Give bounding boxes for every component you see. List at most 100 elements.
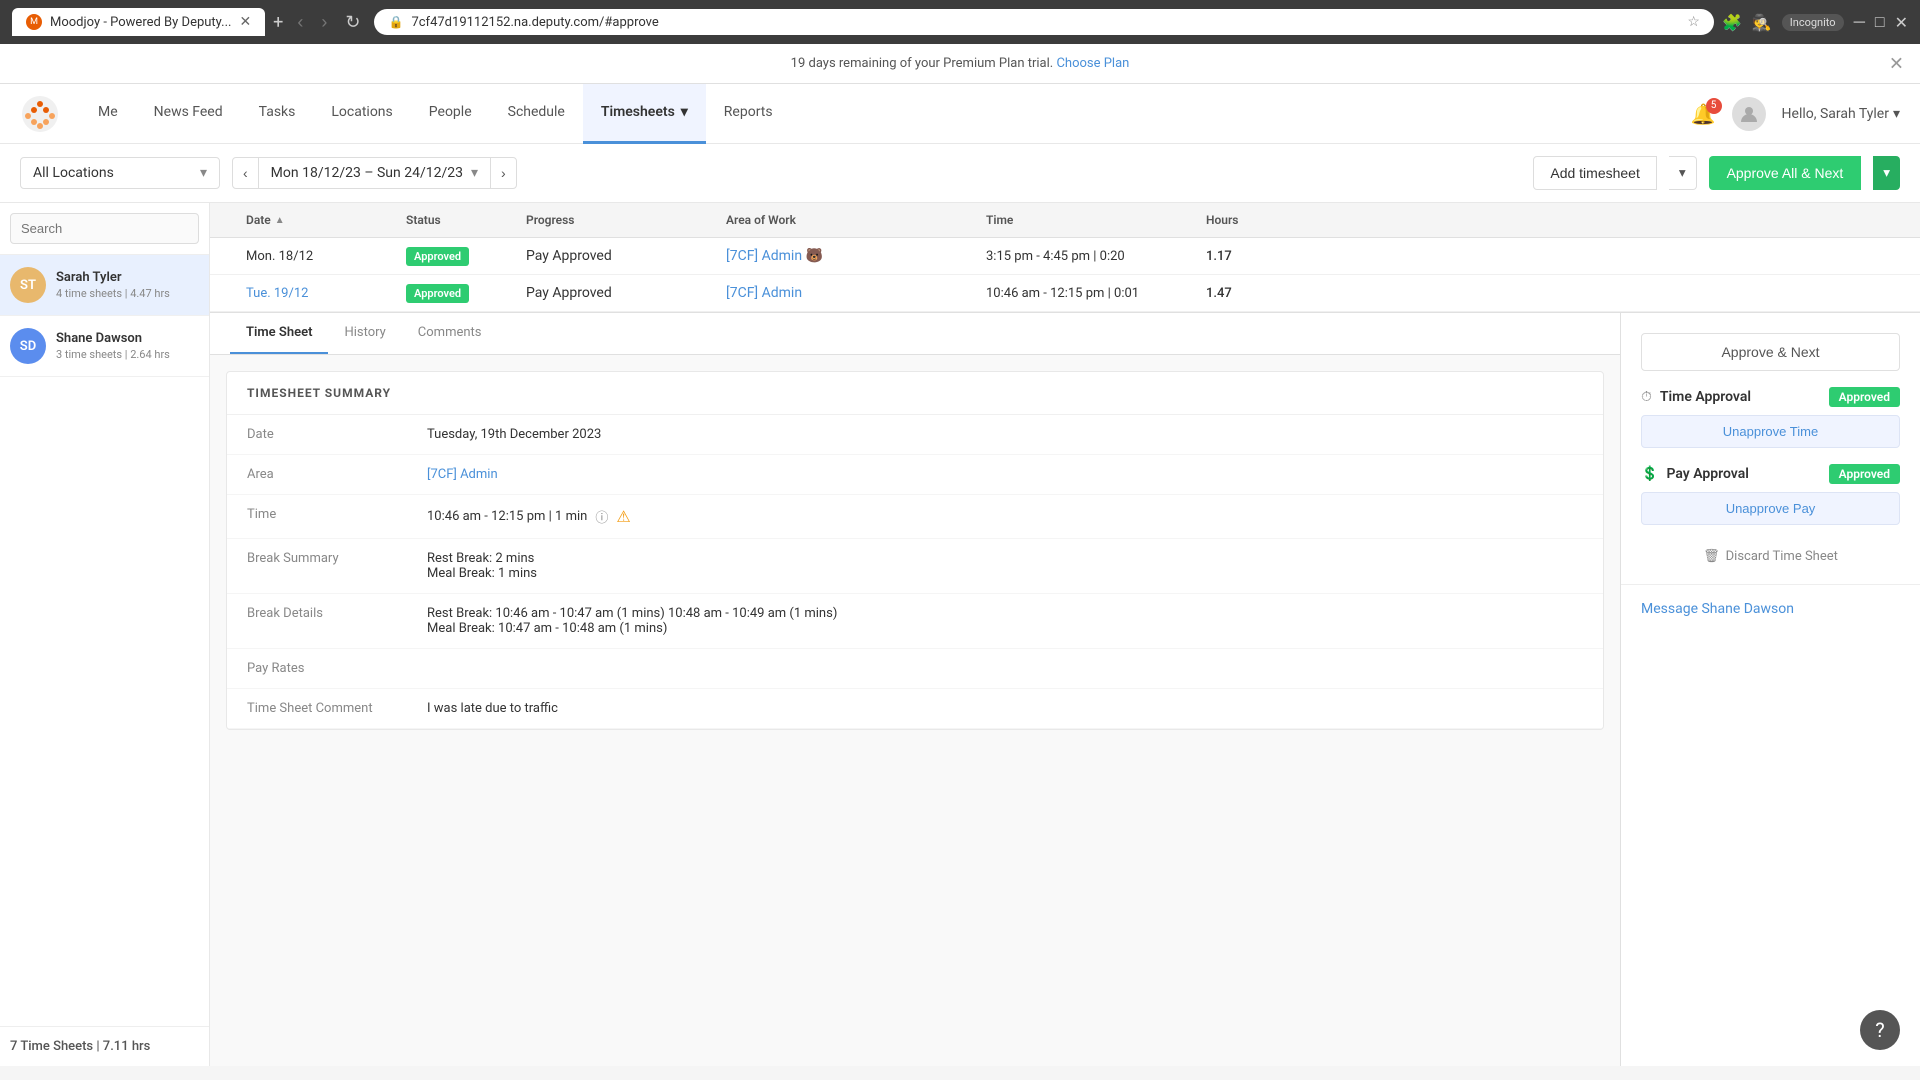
employee-avatar-sarah: ST — [10, 267, 46, 303]
time-approval-badge: Approved — [1829, 387, 1900, 407]
summary-row-date: Date Tuesday, 19th December 2023 — [227, 415, 1603, 455]
row2-area: [7CF] Admin — [726, 285, 986, 301]
location-select[interactable]: All Locations ▾ — [20, 157, 220, 189]
reload-button[interactable]: ↻ — [339, 10, 366, 35]
unapprove-pay-button[interactable]: Unapprove Pay — [1641, 492, 1900, 525]
content-area: Date ▲ Status Progress Area of Work Time… — [210, 203, 1920, 1066]
nav-me[interactable]: Me — [80, 84, 136, 144]
summary-label-break-details: Break Details — [247, 606, 427, 636]
approval-sidebar: Approve & Next ⏱ Time Approval Approved … — [1620, 313, 1920, 1066]
time-approval-label-row: ⏱ Time Approval Approved — [1641, 387, 1900, 407]
employee-info-sarah: Sarah Tyler 4 time sheets | 4.47 hrs — [56, 270, 199, 300]
secure-icon: 🔒 — [388, 15, 403, 29]
tab-timesheet[interactable]: Time Sheet — [230, 313, 328, 354]
pay-approval-icon: 💲 — [1641, 466, 1658, 482]
browser-tab[interactable]: M Moodjoy - Powered By Deputy... ✕ — [12, 8, 265, 36]
maximize-button[interactable]: □ — [1875, 12, 1885, 32]
table-header: Date ▲ Status Progress Area of Work Time… — [210, 203, 1920, 238]
nav-tasks[interactable]: Tasks — [241, 84, 314, 144]
browser-chrome: M Moodjoy - Powered By Deputy... ✕ + ‹ ›… — [0, 0, 1920, 44]
address-bar[interactable]: 🔒 7cf47d19112152.na.deputy.com/#approve … — [374, 9, 1713, 35]
date-range-select[interactable]: Mon 18/12/23 – Sun 24/12/23 ▾ — [259, 157, 490, 189]
back-button[interactable]: ‹ — [291, 10, 309, 35]
nav-news-feed[interactable]: News Feed — [136, 84, 241, 144]
trial-message: 19 days remaining of your Premium Plan t… — [791, 56, 1054, 71]
choose-plan-link[interactable]: Choose Plan — [1056, 56, 1129, 71]
extension-icon[interactable]: 🧩 — [1722, 13, 1742, 32]
date-range-chevron: ▾ — [471, 165, 478, 181]
discard-icon: 🗑 — [1703, 549, 1720, 564]
approve-all-dropdown-button[interactable]: ▾ — [1873, 156, 1900, 190]
search-input[interactable] — [10, 213, 199, 244]
employee-sidebar: ST Sarah Tyler 4 time sheets | 4.47 hrs … — [0, 203, 210, 1066]
approve-all-button[interactable]: Approve All & Next — [1709, 156, 1862, 190]
nav-reports[interactable]: Reports — [706, 84, 791, 144]
sort-icon[interactable]: ▲ — [275, 215, 285, 226]
date-prev-button[interactable]: ‹ — [232, 157, 259, 189]
minimize-button[interactable]: ─ — [1854, 12, 1865, 32]
table-row[interactable]: Mon. 18/12 Approved Pay Approved [7CF] A… — [210, 238, 1920, 275]
info-icon: ⓘ — [595, 507, 608, 526]
top-nav: Me News Feed Tasks Locations People Sche… — [0, 84, 1920, 144]
row2-status: Approved — [406, 285, 526, 301]
help-button[interactable]: ? — [1860, 1010, 1900, 1050]
pay-approval-label-row: 💲 Pay Approval Approved — [1641, 464, 1900, 484]
nav-right: 🔔 5 Hello, Sarah Tyler ▾ — [1691, 97, 1900, 131]
employee-item-sarah[interactable]: ST Sarah Tyler 4 time sheets | 4.47 hrs — [0, 255, 209, 316]
summary-label-pay-rates: Pay Rates — [247, 661, 427, 676]
notification-badge: 5 — [1706, 98, 1722, 114]
row1-date: Mon. 18/12 — [246, 249, 406, 264]
user-greeting-button[interactable]: Hello, Sarah Tyler ▾ — [1782, 106, 1900, 122]
employee-name-shane: Shane Dawson — [56, 331, 199, 346]
approve-next-button[interactable]: Approve & Next — [1641, 333, 1900, 371]
date-next-button[interactable]: › — [490, 157, 517, 189]
tab-history[interactable]: History — [328, 313, 401, 354]
new-tab-button[interactable]: + — [273, 12, 283, 33]
add-timesheet-button[interactable]: Add timesheet — [1533, 156, 1657, 190]
tab-comments[interactable]: Comments — [402, 313, 498, 354]
row1-area: [7CF] Admin 🐻 — [726, 248, 986, 264]
timesheets-dropdown-icon: ▾ — [681, 104, 688, 120]
row2-time: 10:46 am - 12:15 pm | 0:01 — [986, 286, 1206, 301]
row2-hours: 1.47 — [1206, 286, 1306, 301]
area-link[interactable]: [7CF] Admin — [427, 467, 498, 482]
discard-row[interactable]: 🗑 Discard Time Sheet — [1641, 541, 1900, 564]
discard-label: Discard Time Sheet — [1726, 549, 1838, 564]
table-row[interactable]: Tue. 19/12 Approved Pay Approved [7CF] A… — [210, 275, 1920, 312]
detail-area: Time Sheet History Comments TIMESHEET SU… — [210, 313, 1920, 1066]
notification-button[interactable]: 🔔 5 — [1691, 102, 1716, 126]
summary-row-time: Time 10:46 am - 12:15 pm | 1 min ⓘ ⚠ — [227, 495, 1603, 539]
nav-schedule[interactable]: Schedule — [490, 84, 583, 144]
close-button[interactable]: ✕ — [1895, 13, 1908, 32]
tab-close-icon[interactable]: ✕ — [239, 14, 251, 30]
nav-locations[interactable]: Locations — [313, 84, 410, 144]
time-approval-label: Time Approval — [1660, 389, 1821, 405]
logo[interactable] — [20, 94, 60, 134]
summary-value-date: Tuesday, 19th December 2023 — [427, 427, 601, 442]
approval-section: Approve & Next ⏱ Time Approval Approved … — [1621, 313, 1920, 585]
forward-button[interactable]: › — [315, 10, 333, 35]
pay-approval-badge: Approved — [1829, 464, 1900, 484]
bookmark-star-icon[interactable]: ☆ — [1687, 14, 1700, 30]
summary-label-area: Area — [247, 467, 427, 482]
row2-date: Tue. 19/12 — [246, 286, 406, 301]
timesheet-table: Date ▲ Status Progress Area of Work Time… — [210, 203, 1920, 313]
nav-people[interactable]: People — [411, 84, 490, 144]
table-col-hours: Hours — [1206, 213, 1306, 227]
trial-banner-close-icon[interactable]: ✕ — [1889, 53, 1904, 74]
user-avatar[interactable] — [1732, 97, 1766, 131]
summary-card-title: TIMESHEET SUMMARY — [227, 372, 1603, 415]
table-col-date: Date ▲ — [246, 213, 406, 227]
summary-label-comment: Time Sheet Comment — [247, 701, 427, 716]
tab-icon: M — [26, 14, 42, 30]
employee-item-shane[interactable]: SD Shane Dawson 3 time sheets | 2.64 hrs — [0, 316, 209, 377]
nav-timesheets[interactable]: Timesheets ▾ — [583, 84, 706, 144]
unapprove-time-button[interactable]: Unapprove Time — [1641, 415, 1900, 448]
add-timesheet-dropdown-button[interactable]: ▾ — [1669, 156, 1697, 190]
row1-hours: 1.17 — [1206, 249, 1306, 264]
message-section[interactable]: Message Shane Dawson — [1621, 585, 1920, 633]
incognito-icon: 🕵 — [1752, 13, 1772, 32]
summary-label-date: Date — [247, 427, 427, 442]
summary-value-break-summary: Rest Break: 2 mins Meal Break: 1 mins — [427, 551, 537, 581]
trial-banner: 19 days remaining of your Premium Plan t… — [0, 44, 1920, 84]
